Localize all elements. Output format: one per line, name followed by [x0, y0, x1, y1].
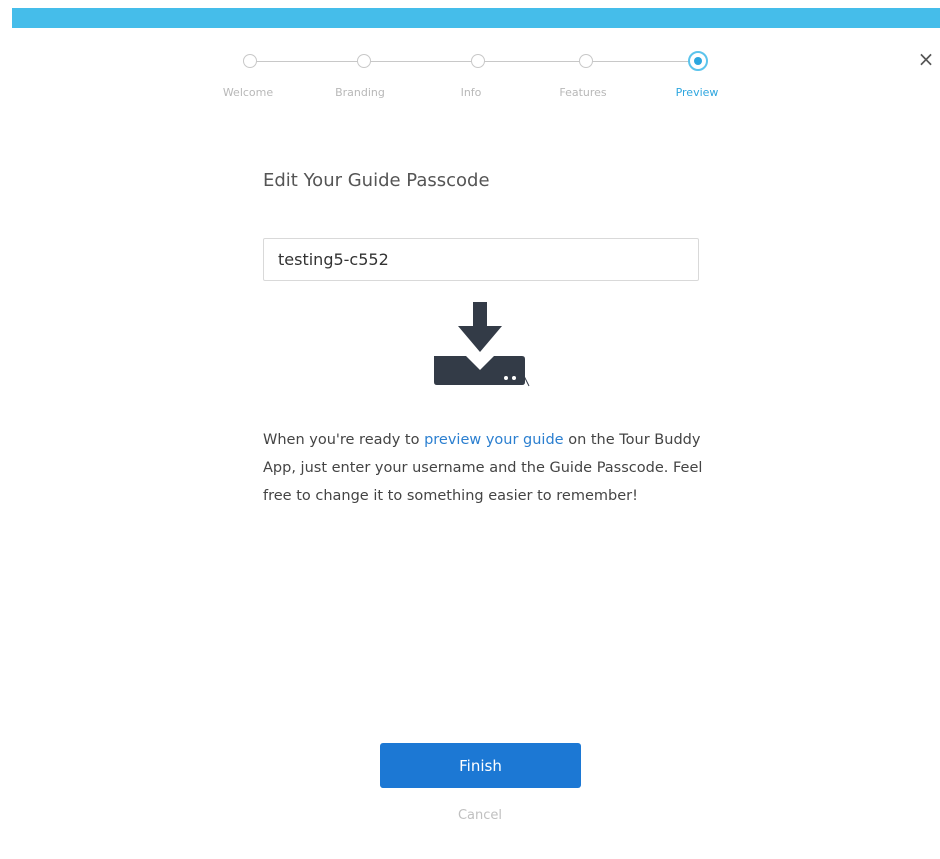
step-preview-label[interactable]: Preview — [652, 86, 742, 99]
download-icon — [434, 302, 530, 387]
stepper-connector — [368, 61, 478, 62]
step-branding-dot[interactable] — [357, 54, 371, 68]
step-features-dot[interactable] — [579, 54, 593, 68]
wizard-dialog: × Welcome Branding Info Features Preview… — [0, 0, 940, 859]
close-icon[interactable]: × — [914, 47, 938, 71]
instructions-text: When you're ready to — [263, 432, 425, 448]
step-branding-label[interactable]: Branding — [315, 86, 405, 99]
stepper-connector — [590, 61, 690, 62]
stepper-connector — [254, 61, 364, 62]
step-preview-dot[interactable] — [688, 51, 708, 71]
step-info-label[interactable]: Info — [426, 86, 516, 99]
cancel-link[interactable]: Cancel — [430, 808, 530, 823]
finish-button[interactable]: Finish — [380, 743, 581, 788]
step-info-dot[interactable] — [471, 54, 485, 68]
preview-your-guide-link[interactable]: preview your guide — [424, 432, 564, 448]
step-welcome-dot[interactable] — [243, 54, 257, 68]
stepper-connector — [482, 61, 586, 62]
step-welcome-label[interactable]: Welcome — [203, 86, 293, 99]
page-title: Edit Your Guide Passcode — [263, 170, 490, 191]
step-features-label[interactable]: Features — [538, 86, 628, 99]
header-accent-bar — [12, 8, 940, 28]
guide-passcode-input[interactable] — [263, 238, 699, 281]
preview-instructions: When you're ready to preview your guide … — [263, 426, 703, 510]
